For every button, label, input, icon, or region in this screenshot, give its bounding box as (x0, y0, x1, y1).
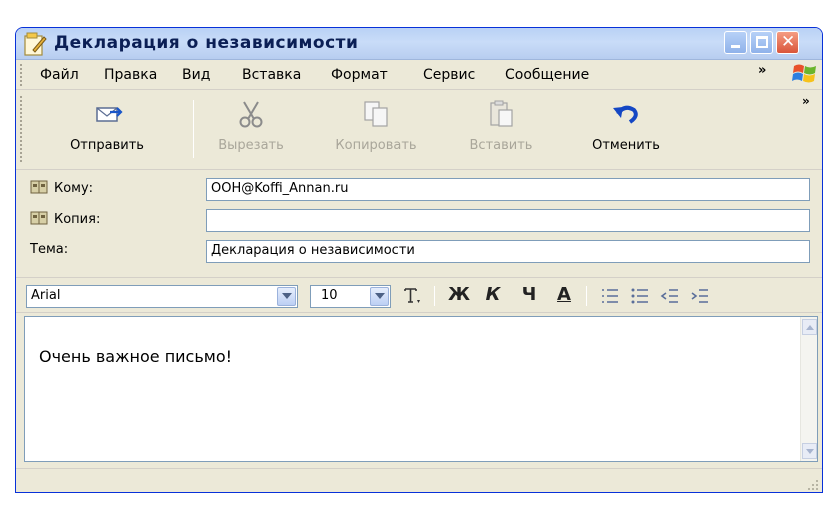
font-dropdown-arrow-icon[interactable] (277, 287, 296, 306)
address-book-icon (30, 211, 48, 225)
maximize-icon (756, 36, 768, 48)
font-size-value: 10 (321, 288, 338, 303)
message-body-text[interactable]: Очень важное письмо! (39, 347, 232, 366)
scroll-down-button[interactable] (802, 443, 817, 459)
copy-icon (364, 101, 388, 127)
bold-button[interactable]: Ж (448, 284, 470, 308)
close-button[interactable]: ✕ (776, 31, 799, 54)
menu-view[interactable]: Вид (182, 67, 210, 83)
cc-label-wrap[interactable]: Копия: (30, 211, 100, 227)
italic-button[interactable]: К (482, 284, 504, 308)
toolbar-separator (193, 100, 194, 158)
message-header-fields: Кому: OOH@Koffi_Annan.ru Копия: Тема: Де… (16, 171, 822, 271)
toolbar-grip[interactable] (20, 96, 23, 162)
menu-tools[interactable]: Сервис (423, 67, 475, 83)
paragraph-style-icon[interactable] (402, 286, 422, 306)
scroll-down-arrow-icon (806, 449, 814, 454)
bulleted-list-icon[interactable] (630, 286, 650, 306)
to-label: Кому: (54, 181, 94, 196)
document-pencil-icon (24, 32, 47, 56)
increase-indent-icon[interactable] (690, 286, 710, 306)
to-field[interactable]: OOH@Koffi_Annan.ru (206, 178, 810, 201)
cut-button[interactable]: Вырезать (206, 96, 296, 162)
paste-label: Вставить (469, 138, 533, 153)
menubar-grip[interactable] (20, 64, 23, 86)
underline-button[interactable]: Ч (518, 284, 540, 308)
minimize-button[interactable] (724, 31, 747, 54)
menu-edit[interactable]: Правка (104, 67, 157, 83)
send-label: Отправить (70, 138, 144, 153)
cc-field[interactable] (206, 209, 810, 232)
paste-icon (490, 100, 513, 127)
toolbar-overflow-chevron[interactable]: » (802, 94, 810, 108)
format-separator (586, 286, 587, 306)
status-bar (16, 468, 822, 492)
message-body-editor[interactable]: Очень важное письмо! (24, 316, 818, 462)
to-label-wrap[interactable]: Кому: (30, 180, 93, 196)
font-color-button[interactable]: A (552, 284, 576, 308)
message-window: Декларация о независимости ✕ Файл Правка… (15, 27, 823, 493)
menu-insert[interactable]: Вставка (242, 67, 301, 83)
formatting-toolbar: Arial 10 Ж К Ч A (16, 277, 822, 313)
address-book-icon (30, 180, 48, 194)
undo-label: Отменить (592, 138, 660, 153)
decrease-indent-icon[interactable] (660, 286, 680, 306)
subject-field[interactable]: Декларация о независимости (206, 240, 810, 263)
cc-label: Копия: (54, 212, 101, 227)
close-icon: ✕ (781, 32, 796, 52)
menu-overflow-chevron[interactable]: » (758, 63, 766, 78)
menu-message[interactable]: Сообщение (505, 67, 589, 83)
format-separator (434, 286, 435, 306)
minimize-icon (731, 45, 740, 48)
window-title: Декларация о независимости (54, 33, 359, 53)
scissors-icon (239, 101, 263, 128)
scroll-up-arrow-icon (806, 325, 814, 330)
font-name-select[interactable]: Arial (26, 285, 298, 308)
undo-arrow-icon (613, 105, 638, 124)
paste-button[interactable]: Вставить (451, 96, 551, 162)
scroll-up-button[interactable] (802, 319, 817, 335)
numbered-list-icon[interactable] (600, 286, 620, 306)
font-size-select[interactable]: 10 (310, 285, 391, 308)
copy-button[interactable]: Копировать (321, 96, 431, 162)
menu-file[interactable]: Файл (40, 67, 79, 83)
title-bar[interactable]: Декларация о независимости ✕ (16, 28, 822, 60)
font-name-value: Arial (31, 288, 61, 303)
send-icon (96, 107, 123, 122)
send-button[interactable]: Отправить (32, 96, 182, 162)
standard-toolbar: Отправить Вырезать Копировать Вставить О… (16, 90, 822, 170)
menu-bar: Файл Правка Вид Вставка Формат Сервис Со… (16, 60, 822, 90)
maximize-button[interactable] (750, 31, 773, 54)
copy-label: Копировать (335, 138, 417, 153)
subject-label: Тема: (30, 242, 69, 257)
menu-format[interactable]: Формат (331, 67, 388, 83)
undo-button[interactable]: Отменить (571, 96, 681, 162)
resize-grip-icon[interactable] (807, 479, 819, 491)
windows-logo-icon (792, 64, 816, 83)
cut-label: Вырезать (218, 138, 284, 153)
size-dropdown-arrow-icon[interactable] (370, 287, 389, 306)
vertical-scrollbar[interactable] (800, 317, 817, 461)
